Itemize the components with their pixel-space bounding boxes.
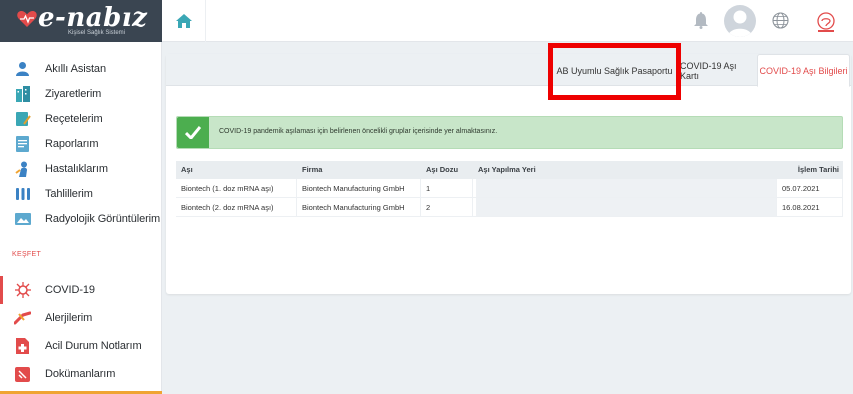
emergency-note-icon: [14, 338, 31, 355]
column-header-asi-dozu[interactable]: Aşı Dozu: [421, 161, 473, 179]
table-cell-company: Biontech Manufacturing GmbH: [297, 198, 421, 217]
table-cell-date: 05.07.2021: [777, 179, 843, 198]
sidebar-item-label: Dokümanlarım: [45, 368, 116, 380]
table-cell-place: [473, 179, 777, 198]
sidebar-item-label: Radyolojik Görüntülerim: [45, 212, 161, 225]
table-cell-place: [473, 198, 777, 217]
sidebar-item-label: Tahlillerim: [45, 187, 93, 200]
sidebar-item-acil-durum-notlarim[interactable]: Acil Durum Notlarım: [0, 332, 162, 360]
language-button[interactable]: [772, 12, 789, 34]
column-header-firma[interactable]: Firma: [297, 161, 421, 179]
content-panel: AB Uyumlu Sağlık Pasaportu COVID-19 Aşı …: [166, 54, 851, 294]
sidebar-item-label: Akıllı Asistan: [45, 62, 106, 75]
sidebar-nav: Akıllı Asistan Ziyaretlerim Reçetelerim …: [0, 56, 162, 231]
highlight-box: [548, 43, 681, 100]
report-icon: [14, 135, 31, 152]
sidebar-item-label: Ziyaretlerim: [45, 87, 102, 100]
assistant-icon: [14, 60, 31, 77]
alert-message: COVID-19 pandemik aşılaması için belirle…: [219, 128, 498, 135]
logo-subtitle: Kişisel Sağlık Sistemi: [68, 30, 126, 36]
sidebar-item-covid-19[interactable]: COVID-19: [0, 276, 162, 304]
table-cell-vaccine: Biontech (1. doz mRNA aşı): [176, 179, 297, 198]
sidebar-item-label: COVID-19: [45, 284, 95, 296]
logo-text: e-nabız: [38, 3, 148, 33]
tab-covid-19-asi-karti[interactable]: COVID-19 Aşı Kartı: [680, 54, 756, 87]
table-cell-date: 16.08.2021: [777, 198, 843, 217]
sidebar-item-label: Reçetelerim: [45, 112, 103, 125]
app-root: e-nabız Kişisel Sağlık Sistemi Akıllı As…: [0, 0, 853, 394]
sidebar-item-label: Alerjilerim: [45, 312, 93, 324]
table-row[interactable]: Biontech (2. doz mRNA aşı) Biontech Manu…: [176, 198, 843, 217]
sidebar-item-recetelerim[interactable]: Reçetelerim: [0, 106, 162, 131]
sidebar-item-akilli-asistan[interactable]: Akıllı Asistan: [0, 56, 162, 81]
checkmark-icon: [185, 126, 201, 139]
table-cell-company: Biontech Manufacturing GmbH: [297, 179, 421, 198]
ministry-logo[interactable]: [814, 10, 838, 39]
table-cell-dose: 2: [421, 198, 473, 217]
column-header-islem-tarihi[interactable]: İşlem Tarihi: [777, 161, 843, 179]
prescription-icon: [14, 110, 31, 127]
tab-bar: AB Uyumlu Sağlık Pasaportu COVID-19 Aşı …: [166, 54, 851, 87]
patient-icon: [14, 160, 31, 177]
top-bar: [162, 0, 853, 42]
home-icon: [175, 14, 192, 28]
building-icon: [14, 85, 31, 102]
sidebar-item-ziyaretlerim[interactable]: Ziyaretlerim: [0, 81, 162, 106]
globe-icon: [772, 12, 789, 29]
allergy-icon: [14, 310, 31, 327]
column-header-asi-yapilma-yeri[interactable]: Aşı Yapılma Yeri: [473, 161, 777, 179]
user-avatar-icon: [728, 10, 752, 37]
avatar[interactable]: [724, 5, 756, 37]
sidebar: e-nabız Kişisel Sağlık Sistemi Akıllı As…: [0, 0, 162, 394]
heart-logo-icon: [17, 11, 37, 27]
ministry-of-health-logo-icon: [817, 12, 835, 32]
sidebar-item-raporlarim[interactable]: Raporlarım: [0, 131, 162, 156]
sidebar-item-hastaliklarim[interactable]: Hastalıklarım: [0, 156, 162, 181]
table-cell-vaccine: Biontech (2. doz mRNA aşı): [176, 198, 297, 217]
table-header: Aşı Firma Aşı Dozu Aşı Yapılma Yeri İşle…: [176, 161, 843, 179]
tab-covid-19-asi-bilgileri[interactable]: COVID-19 Aşı Bilgileri: [757, 54, 850, 87]
table-cell-dose: 1: [421, 179, 473, 198]
sidebar-item-tahlillerim[interactable]: Tahlillerim: [0, 181, 162, 206]
home-button[interactable]: [162, 0, 206, 42]
section-label-kesfet: KEŞFET: [12, 251, 42, 258]
priority-group-alert: COVID-19 pandemik aşılaması için belirle…: [176, 116, 843, 149]
logo[interactable]: e-nabız Kişisel Sağlık Sistemi: [0, 0, 162, 42]
sidebar-item-label: Hastalıklarım: [45, 162, 108, 175]
bell-icon: [694, 12, 708, 29]
table-row[interactable]: Biontech (1. doz mRNA aşı) Biontech Manu…: [176, 179, 843, 198]
vaccine-table: Aşı Firma Aşı Dozu Aşı Yapılma Yeri İşle…: [176, 161, 843, 217]
sidebar-item-alerjilerim[interactable]: Alerjilerim: [0, 304, 162, 332]
alert-check-box: [177, 117, 209, 148]
column-header-asi[interactable]: Aşı: [176, 161, 297, 179]
radiology-icon: [14, 210, 31, 227]
test-tubes-icon: [14, 185, 31, 202]
explore-nav: COVID-19 Alerjilerim Acil Durum Notlarım…: [0, 276, 162, 388]
sidebar-item-radyolojik-goruntulerim[interactable]: Radyolojik Görüntülerim: [0, 206, 162, 231]
documents-icon: [14, 366, 31, 383]
sidebar-item-dokumanlarim[interactable]: Dokümanlarım: [0, 360, 162, 388]
notifications-button[interactable]: [694, 12, 708, 34]
virus-icon: [14, 282, 31, 299]
sidebar-item-label: Acil Durum Notlarım: [45, 340, 142, 352]
sidebar-item-label: Raporlarım: [45, 137, 99, 150]
